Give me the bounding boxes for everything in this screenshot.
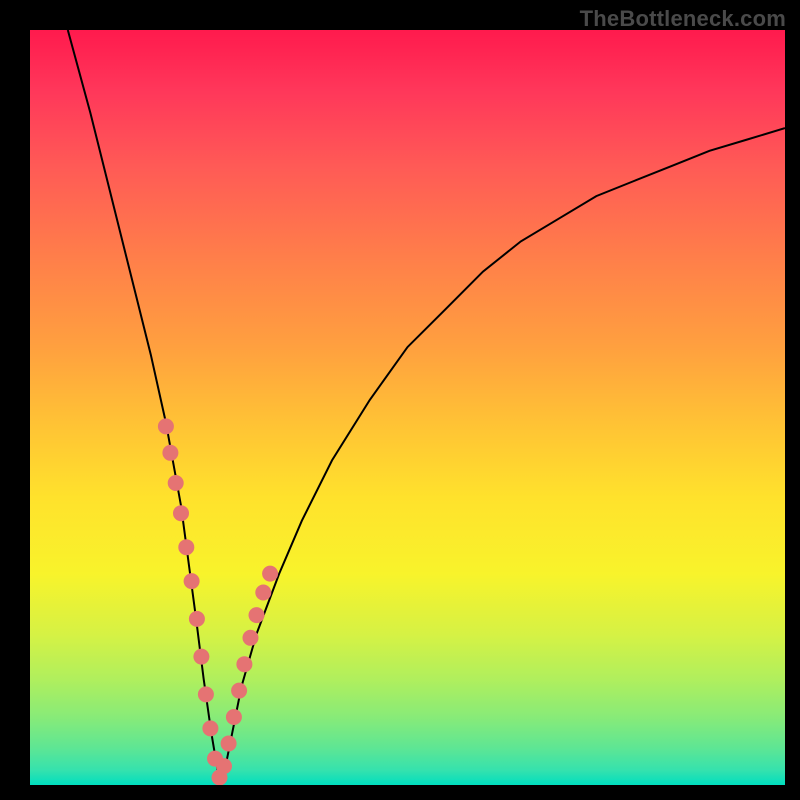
sample-dot: [221, 736, 237, 752]
sample-dot: [173, 505, 189, 521]
chart-svg: [30, 30, 785, 785]
watermark-text: TheBottleneck.com: [580, 6, 786, 32]
sample-dot: [162, 445, 178, 461]
sample-dot: [198, 686, 214, 702]
sample-dot: [226, 709, 242, 725]
bottleneck-curve: [68, 30, 785, 778]
sample-dot: [236, 656, 252, 672]
sample-dot: [255, 585, 271, 601]
sample-dot: [193, 649, 209, 665]
sample-dot: [168, 475, 184, 491]
sample-dot: [202, 720, 218, 736]
sample-dot: [216, 758, 232, 774]
sample-dot: [189, 611, 205, 627]
sample-dot: [243, 630, 259, 646]
sample-dot: [249, 607, 265, 623]
sample-dot: [178, 539, 194, 555]
sample-dot: [184, 573, 200, 589]
sample-dot: [158, 418, 174, 434]
chart-frame: TheBottleneck.com: [0, 0, 800, 800]
sample-dot: [231, 683, 247, 699]
sample-dot: [262, 566, 278, 582]
plot-area: [30, 30, 785, 785]
